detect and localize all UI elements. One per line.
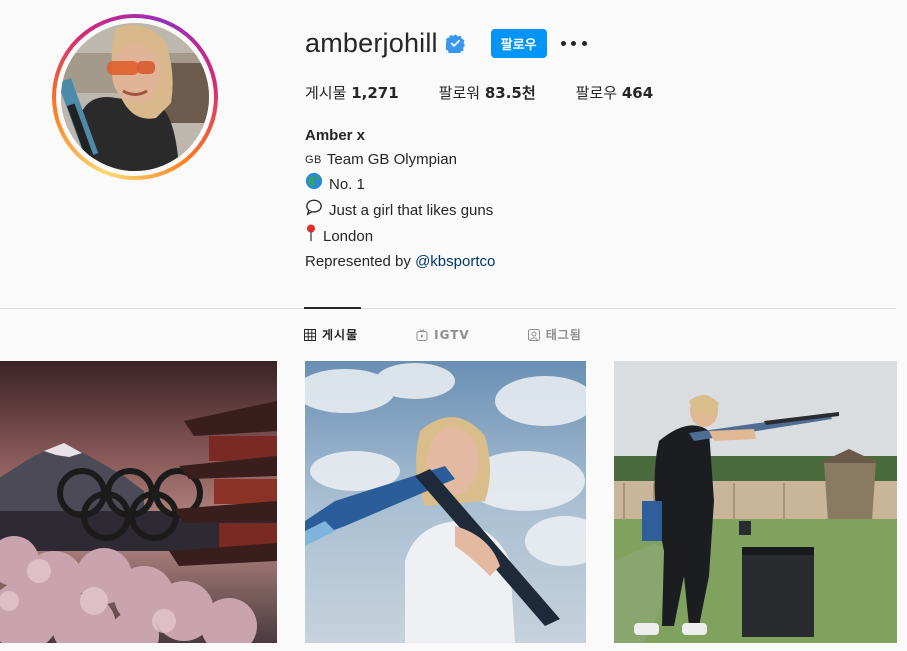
pushpin-icon <box>305 224 317 250</box>
tab-posts[interactable]: 게시물 <box>304 326 358 343</box>
globe-icon <box>305 172 323 198</box>
tagged-icon <box>527 328 540 341</box>
dot-icon <box>581 40 587 46</box>
profile-tabs: 게시물 IGTV 태그됨 <box>304 326 640 343</box>
verified-badge-icon <box>445 33 465 53</box>
followers-count[interactable]: 팔로워 83.5천 <box>439 82 536 103</box>
following-count[interactable]: 팔로우 464 <box>576 82 654 103</box>
display-name: Amber x <box>305 127 366 144</box>
dot-icon <box>571 40 577 46</box>
profile-bio: Amber x GB Team GB Olympian No. 1 Just a… <box>305 124 495 274</box>
tab-igtv[interactable]: IGTV <box>416 326 470 343</box>
post-thumbnail[interactable] <box>305 361 586 643</box>
profile-stats: 게시물 1,271 팔로워 83.5천 팔로우 464 <box>305 82 693 103</box>
tab-tagged[interactable]: 태그됨 <box>527 326 582 343</box>
speech-bubble-icon <box>305 198 323 224</box>
bio-line: No. 1 <box>305 172 495 198</box>
posts-count: 게시물 1,271 <box>305 84 399 102</box>
dot-icon <box>560 40 566 46</box>
active-tab-indicator <box>304 307 361 309</box>
more-options-button[interactable] <box>560 33 587 53</box>
gb-flag-text: GB <box>305 154 322 166</box>
username-row: amberjohill 팔로우 <box>305 28 587 58</box>
post-thumbnail[interactable] <box>614 361 897 643</box>
bio-line: Just a girl that likes guns <box>305 198 495 224</box>
post-thumbnail[interactable] <box>0 361 277 643</box>
mention-link[interactable]: @kbsportco <box>415 250 495 274</box>
tabs-divider <box>0 308 896 309</box>
bio-line: GB Team GB Olympian <box>305 148 495 172</box>
bio-line: Represented by @kbsportco <box>305 250 495 274</box>
bio-line: London <box>305 224 495 250</box>
username: amberjohill <box>305 27 438 58</box>
profile-avatar[interactable] <box>52 14 218 180</box>
profile-page: amberjohill 팔로우 게시물 1,271 팔로워 83.5천 팔로우 … <box>0 0 907 651</box>
grid-icon <box>304 328 316 341</box>
follow-button[interactable]: 팔로우 <box>490 28 547 58</box>
igtv-icon <box>416 328 428 341</box>
